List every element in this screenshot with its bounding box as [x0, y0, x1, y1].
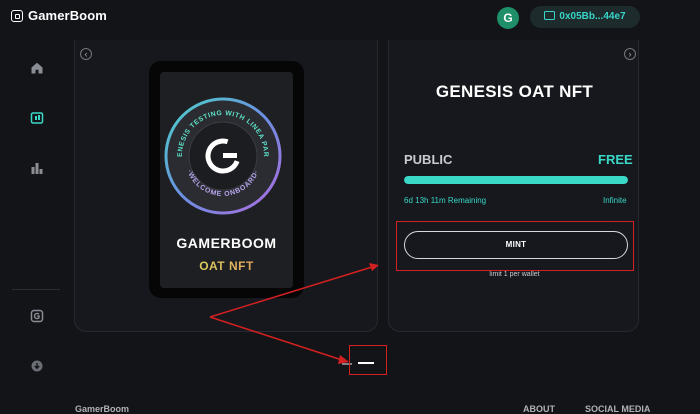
mint-progress-bar [404, 176, 628, 184]
brand-name[interactable]: GamerBoom [28, 8, 107, 23]
footer-brand[interactable]: GamerBoom [75, 404, 129, 414]
home-icon[interactable] [30, 61, 44, 75]
nft-badge-icon: GENESIS TESTING WITH LINEA PARK ·WELCOME… [163, 96, 282, 215]
leaderboard-icon[interactable] [30, 161, 44, 175]
download-icon[interactable] [30, 359, 44, 373]
limit-note: limit 1 per wallet [489, 271, 540, 278]
sidebar-divider [12, 289, 60, 290]
gamerboom-icon[interactable] [30, 309, 44, 323]
mint-phase: PUBLIC [404, 152, 453, 167]
collection-title: GENESIS OAT NFT [435, 82, 594, 101]
time-remaining: 6d 13h 11m Remaining [404, 196, 487, 205]
avatar[interactable]: G [497, 7, 519, 29]
supply-label: Infinite [603, 196, 627, 205]
footer-link-about[interactable]: ABOUT [523, 404, 555, 414]
nft-title: GAMERBOOM [176, 235, 277, 251]
wallet-address: 0x05Bb...44e7 [559, 11, 626, 22]
footer-link-social[interactable]: SOCIAL MEDIA [585, 404, 650, 414]
wallet-icon [544, 11, 556, 20]
mint-price: FREE [598, 152, 633, 167]
annotation-box-dots [349, 345, 387, 375]
wallet-button[interactable]: 0x05Bb...44e7 [530, 6, 640, 28]
mint-progress-fill [404, 176, 628, 184]
annotation-box-mint [396, 221, 634, 271]
next-arrow-icon[interactable]: › [624, 48, 636, 60]
prev-arrow-icon[interactable]: ‹ [80, 48, 92, 60]
brand-logo-icon[interactable] [11, 10, 23, 22]
nft-subtitle: OAT NFT [160, 259, 293, 273]
sidebar [0, 44, 72, 411]
wallet-nav-icon[interactable] [30, 111, 44, 125]
